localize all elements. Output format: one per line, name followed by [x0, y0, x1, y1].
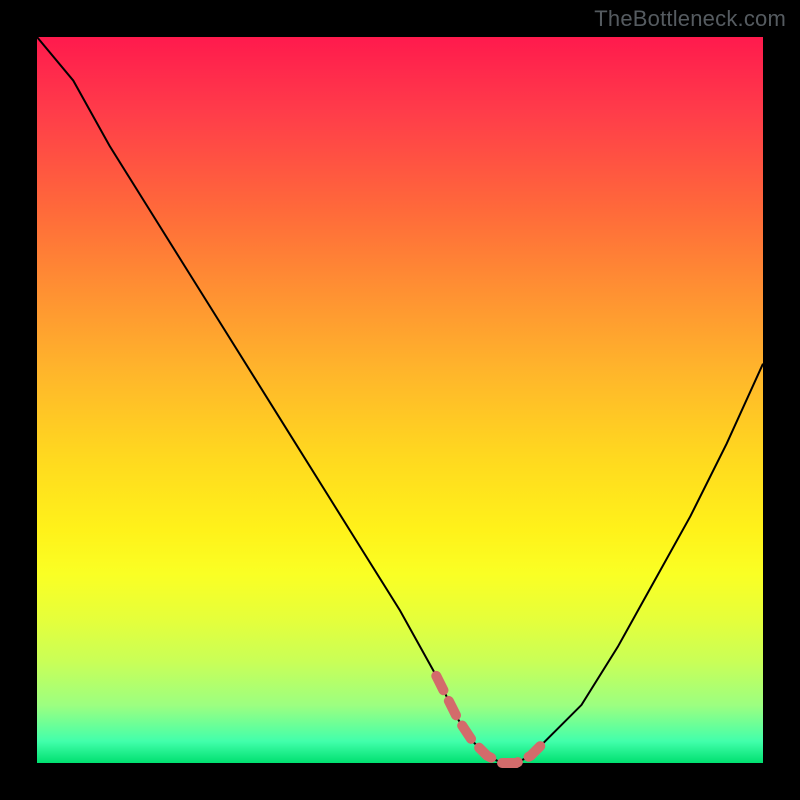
bottleneck-curve	[37, 37, 763, 763]
zero-band-marker	[436, 676, 545, 763]
curve-layer	[37, 37, 763, 763]
plot-area	[37, 37, 763, 763]
watermark-text: TheBottleneck.com	[594, 6, 786, 32]
chart-frame: TheBottleneck.com	[0, 0, 800, 800]
